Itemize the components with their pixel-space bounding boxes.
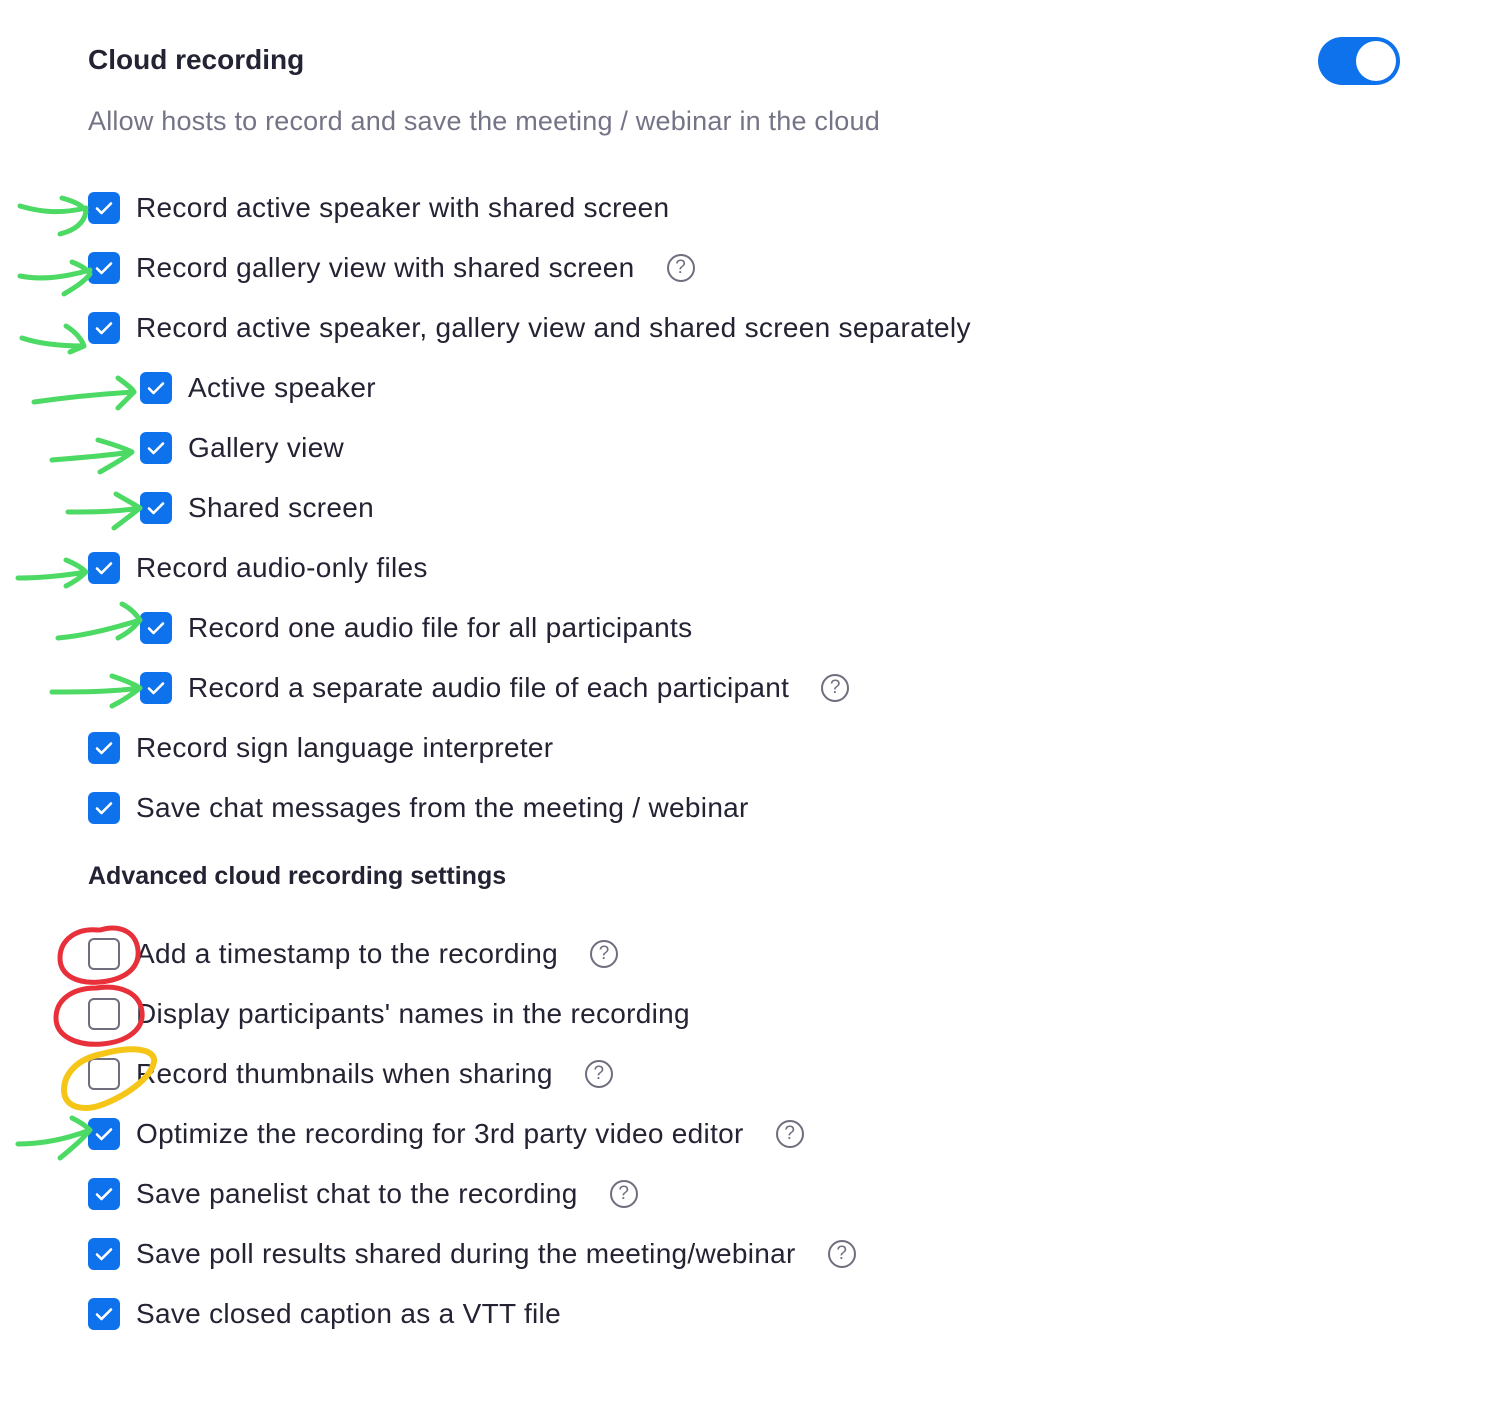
- checkbox[interactable]: [88, 732, 120, 764]
- checkbox[interactable]: [88, 938, 120, 970]
- option-label: Active speaker: [188, 372, 376, 403]
- option-label: Record a separate audio file of each par…: [188, 672, 790, 703]
- option-row-gallery-view: Gallery view: [140, 428, 344, 468]
- green-arrow: [15, 557, 89, 589]
- advanced-settings-title: Advanced cloud recording settings: [88, 862, 507, 890]
- option-label: Optimize the recording for 3rd party vid…: [136, 1118, 744, 1149]
- green-arrow: [49, 437, 135, 475]
- checkbox[interactable]: [88, 998, 120, 1030]
- option-label: Save panelist chat to the recording: [136, 1178, 578, 1209]
- option-row-poll-results: Save poll results shared during the meet…: [88, 1234, 856, 1274]
- option-row-sign-language: Record sign language interpreter: [88, 728, 553, 768]
- option-label: Record audio-only files: [136, 552, 428, 583]
- option-row-shared-screen: Shared screen: [140, 488, 374, 528]
- cloud-recording-toggle[interactable]: [1318, 37, 1400, 85]
- option-label: Record one audio file for all participan…: [188, 612, 693, 643]
- help-icon[interactable]: ?: [584, 1060, 613, 1088]
- help-icon[interactable]: ?: [775, 1120, 804, 1148]
- option-label: Save chat messages from the meeting / we…: [136, 792, 749, 823]
- option-row-active-speaker: Active speaker: [140, 368, 376, 408]
- checkbox[interactable]: [88, 1238, 120, 1270]
- checkbox[interactable]: [140, 492, 172, 524]
- green-arrow: [49, 673, 143, 709]
- checkbox[interactable]: [88, 1058, 120, 1090]
- green-arrow: [65, 491, 143, 531]
- checkbox[interactable]: [140, 672, 172, 704]
- help-icon[interactable]: ?: [609, 1180, 638, 1208]
- option-row-audio-only: Record audio-only files: [88, 548, 428, 588]
- option-label: Display participants' names in the recor…: [136, 998, 690, 1029]
- green-arrow: [17, 195, 89, 237]
- checkbox[interactable]: [88, 1178, 120, 1210]
- checkbox[interactable]: [88, 192, 120, 224]
- checkbox[interactable]: [140, 432, 172, 464]
- option-row-thumbnails: Record thumbnails when sharing ?: [88, 1054, 613, 1094]
- option-row-save-chat: Save chat messages from the meeting / we…: [88, 788, 749, 828]
- option-label: Record active speaker, gallery view and …: [136, 312, 971, 343]
- checkbox[interactable]: [88, 792, 120, 824]
- option-row-active-speaker-shared-screen: Record active speaker with shared screen: [88, 188, 669, 228]
- option-row-closed-caption-vtt: Save closed caption as a VTT file: [88, 1294, 561, 1334]
- option-label: Add a timestamp to the recording: [136, 938, 559, 969]
- checkbox[interactable]: [88, 1298, 120, 1330]
- option-row-participant-names: Display participants' names in the recor…: [88, 994, 690, 1034]
- option-label: Save closed caption as a VTT file: [136, 1298, 561, 1329]
- green-arrow: [55, 601, 143, 641]
- help-icon[interactable]: ?: [666, 254, 695, 282]
- option-label: Record thumbnails when sharing: [136, 1058, 553, 1089]
- option-row-timestamp: Add a timestamp to the recording ?: [88, 934, 619, 974]
- option-label: Record sign language interpreter: [136, 732, 554, 763]
- checkbox[interactable]: [88, 312, 120, 344]
- option-label: Shared screen: [188, 492, 375, 523]
- checkbox[interactable]: [88, 1118, 120, 1150]
- option-label: Record active speaker with shared screen: [136, 192, 670, 223]
- cloud-recording-description: Allow hosts to record and save the meeti…: [88, 106, 880, 136]
- option-row-separate-audio-file: Record a separate audio file of each par…: [140, 668, 850, 708]
- green-arrow: [17, 259, 93, 297]
- option-row-one-audio-file: Record one audio file for all participan…: [140, 608, 692, 648]
- option-label: Save poll results shared during the meet…: [136, 1238, 796, 1269]
- help-icon[interactable]: ?: [590, 940, 619, 968]
- help-icon[interactable]: ?: [827, 1240, 856, 1268]
- option-row-gallery-view-shared-screen: Record gallery view with shared screen ?: [88, 248, 695, 288]
- checkbox[interactable]: [88, 552, 120, 584]
- green-arrow: [31, 375, 137, 411]
- green-arrow: [15, 1115, 93, 1161]
- green-arrow: [19, 323, 87, 355]
- checkbox[interactable]: [88, 252, 120, 284]
- cloud-recording-title: Cloud recording: [88, 44, 305, 75]
- option-row-panelist-chat: Save panelist chat to the recording ?: [88, 1174, 638, 1214]
- checkbox[interactable]: [140, 372, 172, 404]
- option-row-optimize-3rd-party: Optimize the recording for 3rd party vid…: [88, 1114, 804, 1154]
- option-label: Gallery view: [188, 432, 345, 463]
- checkbox[interactable]: [140, 612, 172, 644]
- help-icon[interactable]: ?: [821, 674, 850, 702]
- option-label: Record gallery view with shared screen: [136, 252, 635, 283]
- option-row-record-separately: Record active speaker, gallery view and …: [88, 308, 971, 348]
- toggle-knob: [1356, 41, 1396, 81]
